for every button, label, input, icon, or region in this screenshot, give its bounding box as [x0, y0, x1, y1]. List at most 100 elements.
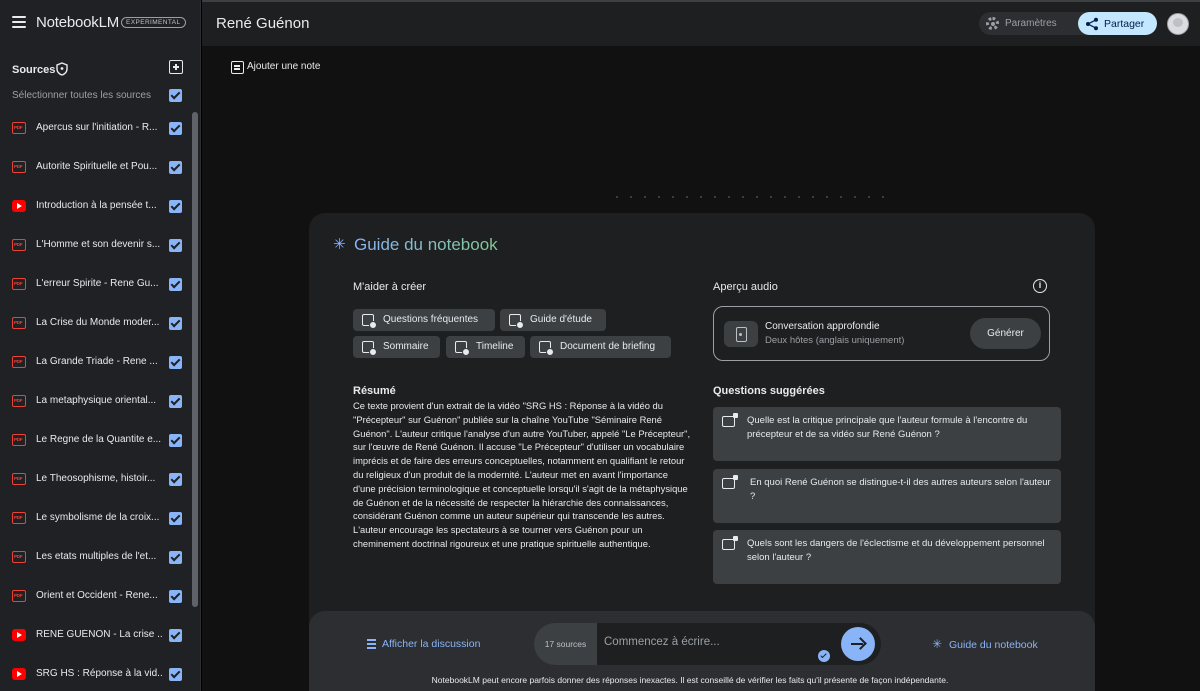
chat-add-icon — [722, 536, 738, 550]
speaker-icon — [724, 321, 758, 347]
source-checkbox[interactable] — [169, 161, 182, 174]
chat-list-icon — [367, 639, 376, 649]
suggested-question[interactable]: Quels sont les dangers de l'éclectisme e… — [713, 530, 1061, 584]
source-item[interactable]: La Crise du Monde moder... — [0, 304, 192, 343]
sparkle-icon: ✳ — [932, 637, 943, 651]
source-item[interactable]: SRG HS : Réponse à la vid... — [0, 655, 192, 691]
source-checkbox[interactable] — [169, 200, 182, 213]
source-item[interactable]: Le Regne de la Quantite e... — [0, 421, 192, 460]
suggested-question[interactable]: Quelle est la critique principale que l'… — [713, 407, 1061, 461]
audio-subtitle: Deux hôtes (anglais uniquement) — [765, 335, 905, 346]
document-add-icon — [509, 314, 524, 329]
source-item[interactable]: La metaphysique oriental... — [0, 382, 192, 421]
brand-header: NotebookLM EXPERIMENTAL — [0, 0, 201, 46]
menu-icon[interactable] — [12, 16, 26, 28]
share-button[interactable]: Partager — [1078, 12, 1157, 35]
source-label: Le Regne de la Quantite e... — [36, 434, 162, 445]
source-label: L'erreur Spirite - Rene Gu... — [36, 278, 159, 289]
add-note-label: Ajouter une note — [247, 61, 321, 72]
source-item[interactable]: RENÉ GUÉNON - La crise ... — [0, 616, 192, 655]
main-area: Ajouter une note ✳ Guide du notebook M'a… — [202, 46, 1200, 691]
chip-timeline[interactable]: Timeline — [446, 336, 525, 358]
chat-input-box: 17 sources — [534, 623, 881, 665]
question-text: Quels sont les dangers de l'éclectisme e… — [747, 538, 1045, 563]
document-add-icon — [362, 341, 377, 356]
source-checkbox[interactable] — [169, 512, 182, 525]
source-label: La metaphysique oriental... — [36, 395, 157, 406]
source-label: Autorite Spirituelle et Pou... — [36, 161, 158, 172]
share-icon — [1086, 17, 1098, 31]
generate-button[interactable]: Générer — [970, 318, 1041, 349]
chat-input[interactable] — [604, 633, 814, 651]
source-item[interactable]: Introduction à la pensée t... — [0, 187, 192, 226]
source-checkbox[interactable] — [169, 473, 182, 486]
summary-title: Résumé — [353, 385, 396, 397]
suggested-question[interactable]: En quoi René Guénon se distingue-t-il de… — [713, 469, 1061, 523]
pdf-icon — [12, 395, 26, 407]
chip-label: Questions fréquentes — [383, 314, 479, 325]
select-all-row[interactable]: Sélectionner toutes les sources — [12, 89, 190, 103]
source-count-badge[interactable]: 17 sources — [534, 623, 597, 665]
source-item[interactable]: Le symbolisme de la croix... — [0, 499, 192, 538]
source-item[interactable]: Le Theosophisme, histoir... — [0, 460, 192, 499]
source-checkbox[interactable] — [169, 239, 182, 252]
info-icon[interactable]: i — [1033, 279, 1047, 293]
source-checkbox[interactable] — [169, 278, 182, 291]
document-add-icon — [539, 341, 554, 356]
chip-summary[interactable]: Sommaire — [353, 336, 440, 358]
avatar[interactable] — [1167, 13, 1189, 35]
sidebar-scrollbar[interactable] — [192, 112, 198, 607]
chip-briefing-doc[interactable]: Document de briefing — [530, 336, 671, 358]
chip-label: Guide d'étude — [530, 314, 592, 325]
note-icon — [231, 61, 244, 74]
guide-title: Guide du notebook — [354, 235, 498, 254]
source-label: Le Theosophisme, histoir... — [36, 473, 156, 484]
sparkle-icon: ✳ — [333, 236, 346, 253]
pdf-icon — [12, 551, 26, 563]
source-item[interactable]: Orient et Occident - Rene... — [0, 577, 192, 616]
source-item[interactable]: Apercus sur l'initiation - R... — [0, 109, 192, 148]
question-text: En quoi René Guénon se distingue-t-il de… — [750, 477, 1051, 502]
source-item[interactable]: La Grande Triade - Rene ... — [0, 343, 192, 382]
source-item[interactable]: Les etats multiples de l'et... — [0, 538, 192, 577]
audio-overview-card: Conversation approfondie Deux hôtes (ang… — [713, 306, 1050, 361]
help-create-title: M'aider à créer — [353, 281, 427, 293]
youtube-icon — [12, 200, 26, 212]
pdf-icon — [12, 317, 26, 329]
source-checkbox[interactable] — [169, 395, 182, 408]
chip-study-guide[interactable]: Guide d'étude — [500, 309, 606, 331]
pdf-icon — [12, 122, 26, 134]
chip-faq[interactable]: Questions fréquentes — [353, 309, 495, 331]
chat-add-icon — [722, 475, 738, 489]
settings-label: Paramètres — [1005, 18, 1057, 29]
source-item[interactable]: L'Homme et son devenir s... — [0, 226, 192, 265]
gear-icon — [986, 17, 999, 30]
send-button[interactable] — [841, 627, 875, 661]
source-checkbox[interactable] — [169, 356, 182, 369]
source-item[interactable]: L'erreur Spirite - Rene Gu... — [0, 265, 192, 304]
source-label: RENÉ GUÉNON - La crise ... — [36, 629, 162, 640]
source-checkbox[interactable] — [169, 629, 182, 642]
source-checkbox[interactable] — [169, 590, 182, 603]
select-all-label: Sélectionner toutes les sources — [12, 90, 151, 101]
source-label: La Crise du Monde moder... — [36, 317, 160, 328]
shield-icon[interactable] — [55, 62, 69, 76]
source-checkbox[interactable] — [169, 434, 182, 447]
source-label: Le symbolisme de la croix... — [36, 512, 160, 523]
chat-add-icon — [722, 413, 738, 427]
notebook-guide-label: Guide du notebook — [949, 639, 1038, 651]
pdf-icon — [12, 239, 26, 251]
source-checkbox[interactable] — [169, 122, 182, 135]
select-all-checkbox[interactable] — [169, 89, 182, 102]
pdf-icon — [12, 278, 26, 290]
question-text: Quelle est la critique principale que l'… — [747, 415, 1028, 440]
check-circle-icon — [818, 650, 830, 662]
audio-overview-title: Aperçu audio — [713, 281, 778, 293]
source-checkbox[interactable] — [169, 317, 182, 330]
source-item[interactable]: Autorite Spirituelle et Pou... — [0, 148, 192, 187]
notebook-title[interactable]: René Guénon — [216, 15, 309, 32]
source-checkbox[interactable] — [169, 551, 182, 564]
sources-title: Sources — [12, 64, 56, 76]
add-source-icon[interactable] — [169, 60, 183, 74]
top-bar: René Guénon Paramètres Partager — [202, 0, 1200, 46]
